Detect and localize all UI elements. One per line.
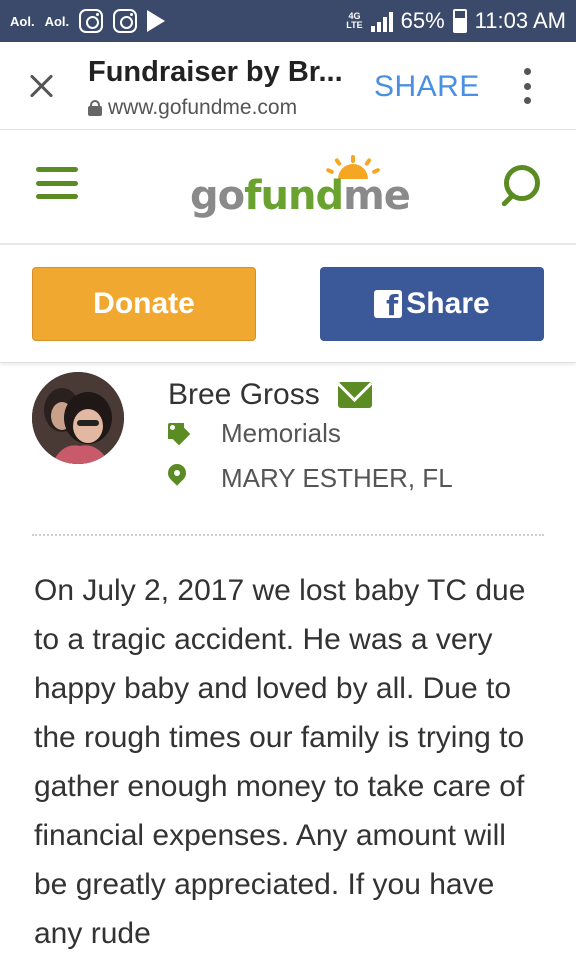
divider xyxy=(32,534,544,536)
site-header: gofundme xyxy=(0,131,576,245)
aol-notification-icon: Aol. xyxy=(44,13,70,29)
menu-icon[interactable] xyxy=(36,167,78,199)
campaign-story: On July 2, 2017 we lost baby TC due to a… xyxy=(34,574,526,950)
network-lte-label: LTE xyxy=(346,20,363,30)
action-bar: Donate f Share xyxy=(0,247,576,363)
battery-icon xyxy=(452,9,467,33)
signal-icon xyxy=(370,10,393,32)
organizer-avatar[interactable] xyxy=(32,372,124,464)
browser-toolbar: Fundraiser by Br... www.gofundme.com SHA… xyxy=(0,42,576,130)
category-row: Memorials xyxy=(166,418,341,448)
tag-icon xyxy=(166,422,190,444)
facebook-share-label: Share xyxy=(406,287,490,320)
browser-share-button[interactable]: SHARE xyxy=(374,70,480,104)
status-notifications: Aol. Aol. xyxy=(10,9,166,33)
network-type: 4G LTE xyxy=(346,12,362,30)
clock: 11:03 AM xyxy=(474,8,566,33)
donate-button[interactable]: Donate xyxy=(32,267,256,341)
location-row: MARY ESTHER, FL xyxy=(166,463,453,493)
facebook-icon: f xyxy=(374,290,403,318)
organizer-name[interactable]: Bree Gross xyxy=(168,378,320,412)
search-icon[interactable] xyxy=(498,165,540,207)
aol-notification-icon: Aol. xyxy=(10,13,35,29)
play-store-icon xyxy=(147,10,166,32)
more-options-icon[interactable] xyxy=(522,68,532,104)
facebook-share-button[interactable]: f Share xyxy=(320,267,544,341)
logo-wordmark: gofundme xyxy=(190,173,411,219)
mail-icon[interactable] xyxy=(337,382,372,408)
status-system: 4G LTE 65% 11:03 AM xyxy=(346,8,566,34)
gofundme-logo[interactable]: gofundme xyxy=(190,155,411,221)
url-display: www.gofundme.com xyxy=(88,96,297,120)
battery-percent: 65% xyxy=(400,8,445,33)
organizer-info: Bree Gross Memorials MARY ESTHER, FL xyxy=(0,364,576,540)
lock-icon xyxy=(88,100,102,116)
status-bar: Aol. Aol. 4G LTE 65% 11:03 AM xyxy=(0,0,576,42)
organizer-name-row: Bree Gross xyxy=(168,378,372,412)
instagram-icon xyxy=(79,9,104,33)
location-pin-icon xyxy=(166,464,188,492)
close-icon[interactable] xyxy=(28,72,56,100)
url-text: www.gofundme.com xyxy=(108,96,298,119)
location-text: MARY ESTHER, FL xyxy=(221,462,453,493)
instagram-icon xyxy=(113,9,138,33)
category-link[interactable]: Memorials xyxy=(221,418,341,449)
page-title: Fundraiser by Br... xyxy=(88,56,343,88)
